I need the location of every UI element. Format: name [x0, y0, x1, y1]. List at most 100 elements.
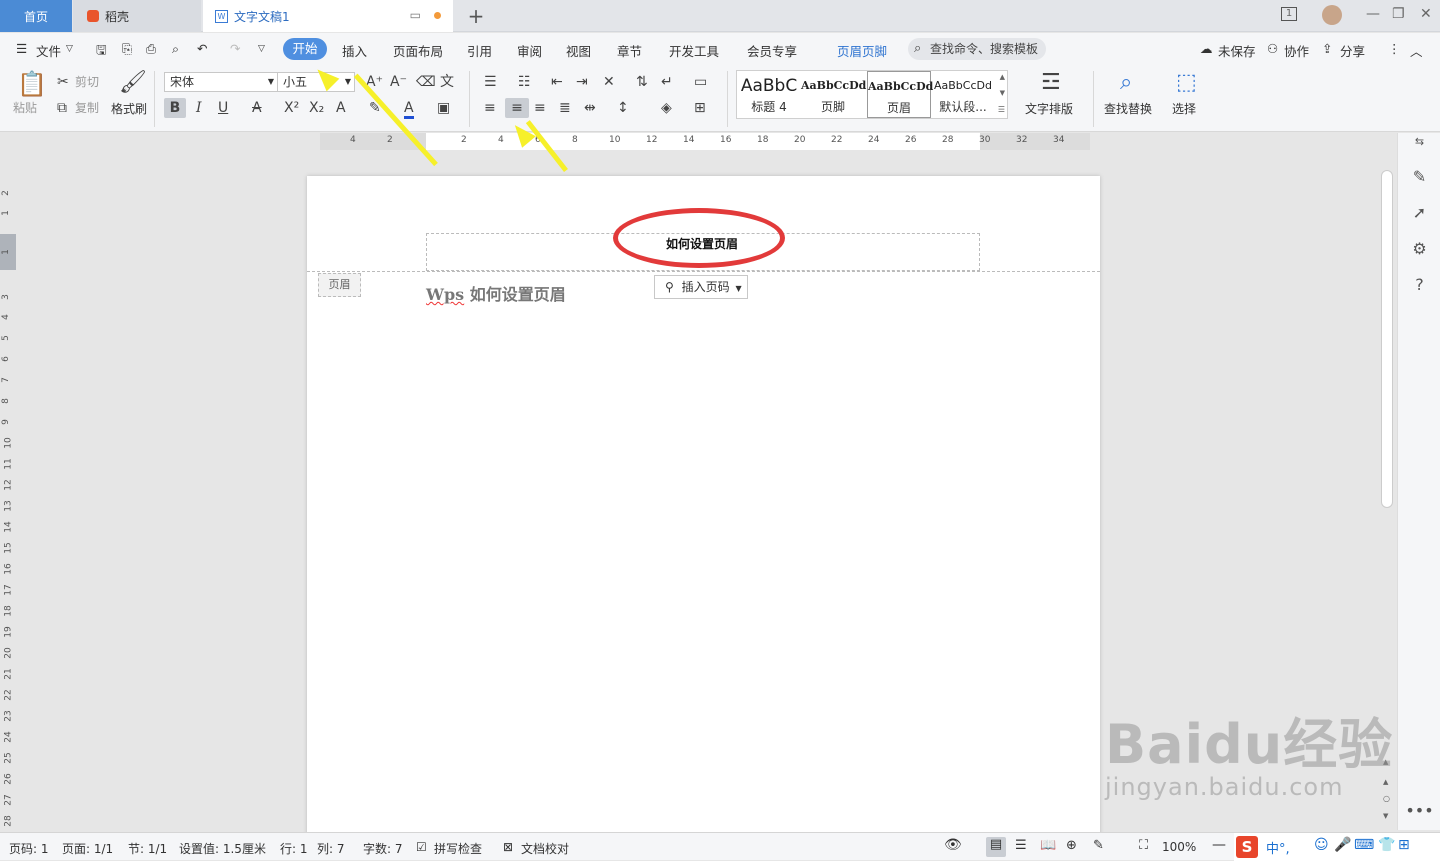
shading-icon[interactable]: ◈	[661, 100, 672, 116]
copy-button[interactable]: 复制	[75, 101, 99, 115]
panel-toggle-icon[interactable]: ⇆	[1398, 135, 1440, 148]
align-left-icon[interactable]: ≡	[484, 100, 496, 116]
toolbox-icon[interactable]: ⊞	[1398, 837, 1410, 853]
text-layout-icon[interactable]: ☲	[1041, 71, 1061, 95]
style-default[interactable]: AaBbCcDd 默认段...	[931, 71, 995, 118]
bullet-list-icon[interactable]: ☰	[484, 74, 497, 90]
save-icon[interactable]: 🖫	[96, 41, 107, 62]
voice-icon[interactable]: 🎤	[1334, 837, 1351, 853]
cut-icon[interactable]: ✂	[57, 74, 69, 90]
menu-view[interactable]: 视图	[566, 41, 591, 60]
styles-scroll-up-icon[interactable]: ▲	[1000, 73, 1005, 81]
redo-icon[interactable]: ↷	[230, 41, 240, 56]
settings-sliders-icon[interactable]: ⚙	[1398, 239, 1440, 258]
menu-developer[interactable]: 开发工具	[669, 41, 719, 60]
menu-review[interactable]: 审阅	[517, 41, 542, 60]
zoom-level[interactable]: 100%	[1162, 840, 1196, 854]
styles-scroll-down-icon[interactable]: ▼	[1000, 89, 1005, 97]
menu-references[interactable]: 引用	[467, 41, 492, 60]
phonetic-icon[interactable]: 文	[440, 74, 454, 90]
font-color-icon[interactable]: A	[404, 100, 414, 119]
menu-insert[interactable]: 插入	[342, 41, 367, 60]
more-menu-icon[interactable]: ⋮	[1388, 41, 1401, 56]
text-effect-icon[interactable]: A	[336, 100, 346, 116]
text-layout-button[interactable]: 文字排版	[1025, 102, 1073, 116]
justify-icon[interactable]: ≣	[559, 100, 571, 116]
align-center-icon[interactable]: ≡	[505, 98, 529, 118]
shrink-font-icon[interactable]: A⁻	[390, 74, 407, 90]
increase-indent-icon[interactable]: ⇥	[576, 74, 588, 90]
collapse-ribbon-icon[interactable]: ︿	[1410, 41, 1423, 60]
outline-view-icon[interactable]: ☰	[1015, 838, 1027, 853]
zoom-out-icon[interactable]: —	[1212, 837, 1226, 853]
print-icon[interactable]: ⎙	[146, 41, 156, 57]
export-icon[interactable]: ⎘	[122, 41, 132, 57]
chinese-layout-icon[interactable]: ✕	[603, 74, 615, 90]
menu-header-footer[interactable]: 页眉页脚	[837, 41, 887, 60]
tab-home[interactable]: 首页	[0, 0, 72, 32]
keyboard-icon[interactable]: ⌨	[1354, 837, 1374, 853]
superscript-icon[interactable]: X²	[284, 100, 299, 116]
status-col[interactable]: 列: 7	[317, 840, 345, 857]
format-painter-button[interactable]: 格式刷	[111, 102, 147, 116]
fit-page-icon[interactable]: ⛶	[1139, 838, 1148, 853]
underline-icon[interactable]: U	[218, 100, 228, 116]
sort-icon[interactable]: ⇅	[636, 74, 648, 90]
proofread-button[interactable]: 文档校对	[521, 840, 569, 857]
align-right-icon[interactable]: ≡	[534, 100, 546, 116]
minimize-icon[interactable]: —	[1366, 6, 1380, 22]
menu-start[interactable]: 开始	[283, 38, 327, 60]
style-header[interactable]: AaBbCcDd 页眉	[867, 71, 933, 118]
clear-format-icon[interactable]: ⌫	[416, 74, 436, 90]
body-paragraph[interactable]: Wps 如何设置页眉	[426, 281, 566, 305]
scrollbar-thumb[interactable]	[1381, 170, 1393, 508]
help-icon[interactable]: ?	[1398, 275, 1440, 294]
print-preview-icon[interactable]: ⌕	[172, 41, 179, 57]
eye-protect-icon[interactable]: 👁	[944, 837, 962, 853]
chevron-down-icon[interactable]: ▽	[66, 44, 73, 54]
distributed-icon[interactable]: ⇹	[584, 100, 596, 116]
page-view-icon[interactable]: ▤	[986, 837, 1006, 857]
command-search[interactable]: ⌕ 查找命令、搜索模板	[908, 38, 1046, 60]
find-icon[interactable]: ⌕	[1120, 71, 1132, 95]
collab-button[interactable]: 协作	[1284, 41, 1309, 60]
find-replace-button[interactable]: 查找替换	[1104, 102, 1152, 116]
insert-page-number-button[interactable]: ⚲ 插入页码 ▼	[654, 275, 748, 299]
bold-icon[interactable]: B	[164, 98, 186, 118]
menu-chapter[interactable]: 章节	[617, 41, 642, 60]
write-view-icon[interactable]: ✎	[1093, 838, 1104, 853]
close-window-icon[interactable]: ✕	[1420, 6, 1432, 22]
numbered-list-icon[interactable]: ☷	[518, 74, 531, 90]
decrease-indent-icon[interactable]: ⇤	[551, 74, 563, 90]
menu-file[interactable]: 文件	[36, 41, 61, 60]
web-view-icon[interactable]: ⊕	[1066, 838, 1077, 853]
tab-daoke[interactable]: 稻壳	[73, 0, 201, 32]
avatar[interactable]	[1322, 5, 1342, 25]
hamburger-icon[interactable]: ☰	[16, 41, 27, 56]
ime-mode-icon[interactable]: 中°,	[1266, 838, 1290, 857]
cursor-icon[interactable]: ➚	[1398, 203, 1440, 222]
tab-document[interactable]: W 文字文稿1 ▭	[203, 0, 453, 32]
quick-access-more-icon[interactable]: ▽	[258, 44, 265, 54]
table-lines-icon[interactable]: ▭	[694, 74, 707, 90]
paste-button[interactable]: 粘贴	[13, 101, 37, 115]
horizontal-ruler[interactable]: 4 2 2 4 6 8 10 12 14 16 18 20 22 24 26 28 30 32 34	[320, 133, 1090, 150]
italic-icon[interactable]: I	[196, 100, 202, 116]
read-view-icon[interactable]: 📖	[1040, 838, 1056, 853]
line-spacing-icon[interactable]: ↕	[617, 100, 629, 116]
monitor-icon[interactable]: ▭	[410, 8, 421, 22]
undo-icon[interactable]: ↶	[197, 41, 207, 56]
styles-expand-icon[interactable]: ☰	[998, 105, 1005, 114]
document-page[interactable]: 如何设置页眉 页眉 ⚲ 插入页码 ▼ Wps 如何设置页眉	[307, 176, 1100, 836]
strikethrough-icon[interactable]: A	[252, 100, 262, 116]
paste-icon[interactable]: 📋	[17, 71, 47, 97]
menu-page-layout[interactable]: 页面布局	[393, 41, 443, 60]
show-marks-icon[interactable]: ↵	[661, 74, 673, 90]
borders-icon[interactable]: ⊞	[694, 100, 706, 116]
page-count-icon[interactable]: 1	[1281, 7, 1297, 21]
new-tab-button[interactable]: +	[462, 0, 490, 32]
subscript-icon[interactable]: X₂	[309, 100, 324, 116]
char-border-icon[interactable]: ▣	[437, 100, 450, 116]
status-section[interactable]: 节: 1/1	[128, 840, 167, 857]
format-painter-icon[interactable]: 🖌	[119, 71, 147, 95]
